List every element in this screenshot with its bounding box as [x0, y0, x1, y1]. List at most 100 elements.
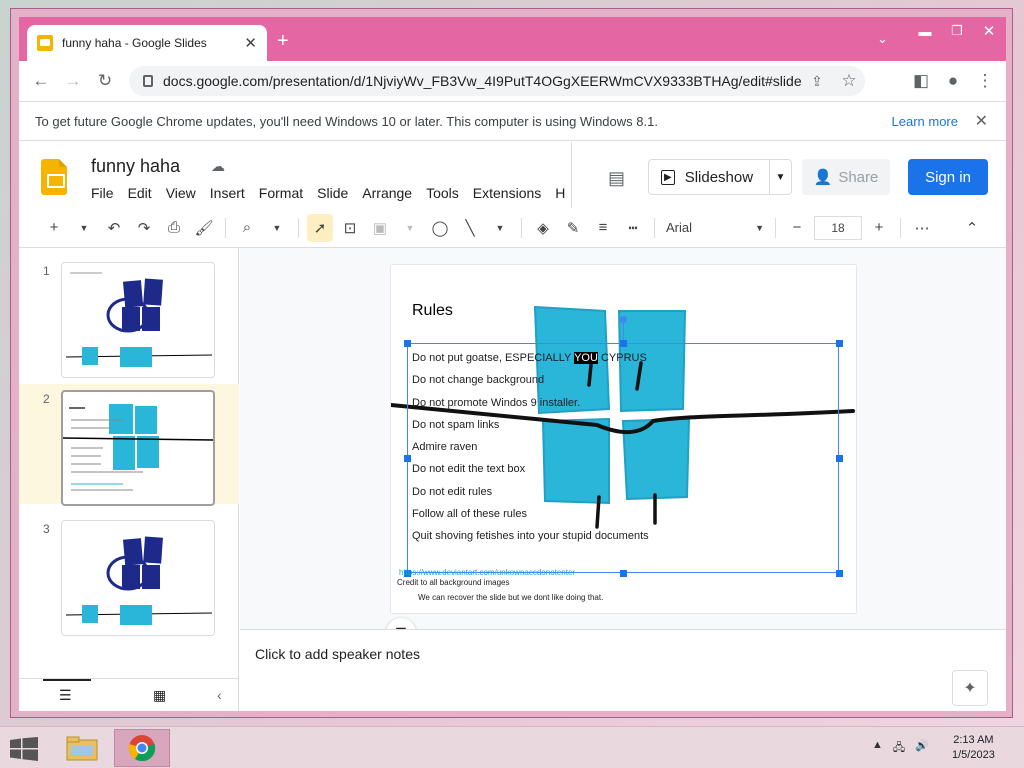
- filmstrip: 1 2 3 ☰ ▦ ‹: [19, 248, 239, 711]
- chrome-taskbar-button[interactable]: [114, 729, 170, 767]
- current-slide[interactable]: Rules ☰ Do not put goatse, ESPECIALLY YO…: [386, 265, 856, 648]
- menu-view[interactable]: View: [166, 185, 196, 201]
- menu-arrange[interactable]: Arrange: [362, 185, 412, 201]
- comments-icon[interactable]: ▤: [608, 168, 625, 189]
- address-bar[interactable]: docs.google.com/presentation/d/1NjviyWv_…: [129, 66, 865, 96]
- deviantart-link[interactable]: https://www.deviantart.com/unkownaccdono…: [399, 568, 575, 577]
- cloud-status-icon[interactable]: ☁: [211, 158, 225, 175]
- zoom-dropdown-icon[interactable]: ▼: [264, 214, 290, 242]
- shape-icon[interactable]: ◯: [427, 214, 453, 242]
- menu-edit[interactable]: Edit: [128, 185, 152, 201]
- font-size-input[interactable]: 18: [814, 215, 862, 240]
- image-dropdown-icon[interactable]: ▼: [397, 214, 423, 242]
- slide-thumbnail[interactable]: [61, 520, 215, 636]
- line-icon[interactable]: ╲: [457, 214, 483, 242]
- slides-favicon-icon: [37, 35, 53, 51]
- tab-search-icon[interactable]: ⌄: [877, 31, 888, 47]
- select-cursor-icon[interactable]: ➚: [307, 213, 333, 242]
- slide-title[interactable]: Rules: [412, 302, 453, 320]
- chrome-menu-icon[interactable]: ⋮: [969, 65, 1001, 97]
- slide-thumbnail[interactable]: [61, 262, 215, 378]
- resize-handle[interactable]: [836, 455, 843, 462]
- undo-icon[interactable]: ↶: [101, 214, 127, 242]
- zoom-icon[interactable]: ⌕: [234, 214, 260, 242]
- menu-insert[interactable]: Insert: [210, 185, 245, 201]
- print-icon[interactable]: ⎙: [161, 214, 187, 242]
- grid-view-icon[interactable]: ▦: [153, 687, 166, 704]
- windows-taskbar: ▲ 🖧 🔊 2:13 AM 1/5/2023: [0, 726, 1024, 768]
- decrease-font-size-button[interactable]: −: [784, 214, 810, 242]
- resize-handle[interactable]: [836, 570, 843, 577]
- menu-file[interactable]: File: [91, 185, 114, 201]
- reload-icon[interactable]: ↻: [89, 65, 121, 97]
- more-options-icon[interactable]: ⋯: [909, 214, 935, 242]
- share-button[interactable]: 👤 Share: [802, 159, 890, 195]
- toolbar-divider: [225, 217, 226, 238]
- resize-handle[interactable]: [620, 570, 627, 577]
- collapse-filmstrip-icon[interactable]: ‹: [217, 687, 222, 703]
- slideshow-button[interactable]: ▶ Slideshow ▼: [648, 159, 792, 195]
- forward-icon[interactable]: →: [57, 65, 89, 97]
- font-family-select[interactable]: Arial ▼: [663, 214, 767, 242]
- show-hidden-icons-icon[interactable]: ▲: [872, 739, 883, 758]
- maximize-button[interactable]: ❐: [941, 17, 973, 45]
- rules-list: Do not put goatse, ESPECIALLY YOU CYPRUS…: [412, 347, 649, 548]
- slide-thumbnail-selected[interactable]: [61, 390, 215, 506]
- menu-tools[interactable]: Tools: [426, 185, 459, 201]
- taskbar-clock[interactable]: 2:13 AM 1/5/2023: [952, 733, 995, 763]
- text-box-icon[interactable]: ⊡: [337, 214, 363, 242]
- network-icon[interactable]: 🖧: [893, 739, 905, 758]
- highlighted-word: YOU: [574, 352, 598, 364]
- document-title[interactable]: funny haha: [91, 156, 180, 177]
- bookmark-star-icon[interactable]: ☆: [833, 65, 865, 97]
- credit-text: Credit to all background images: [397, 578, 510, 587]
- slides-logo-icon[interactable]: [41, 159, 67, 195]
- new-slide-dropdown-icon[interactable]: ▼: [71, 214, 97, 242]
- profile-avatar-icon[interactable]: ●: [937, 65, 969, 97]
- increase-font-size-button[interactable]: +: [866, 214, 892, 242]
- slideshow-dropdown-icon[interactable]: ▼: [769, 160, 791, 194]
- menu-extensions[interactable]: Extensions: [473, 185, 541, 201]
- play-icon: ▶: [661, 169, 675, 185]
- line-dropdown-icon[interactable]: ▼: [487, 214, 513, 242]
- resize-handle[interactable]: [404, 455, 411, 462]
- border-color-icon[interactable]: ✎: [560, 214, 586, 242]
- share-page-icon[interactable]: ⇪: [801, 65, 833, 97]
- browser-tab[interactable]: funny haha - Google Slides ✕: [27, 25, 267, 61]
- new-slide-icon[interactable]: +: [41, 214, 67, 242]
- image-icon[interactable]: ▣: [367, 214, 393, 242]
- clock-date: 1/5/2023: [952, 749, 995, 761]
- active-view-indicator: [43, 679, 91, 681]
- minimize-button[interactable]: ▬: [909, 17, 941, 45]
- close-tab-icon[interactable]: ✕: [244, 34, 257, 52]
- menu-format[interactable]: Format: [259, 185, 303, 201]
- rule-item: Do not promote Windos 9 installer.: [412, 396, 581, 409]
- border-dash-icon[interactable]: ┅: [620, 214, 646, 242]
- menu-help[interactable]: H: [555, 185, 565, 201]
- learn-more-link[interactable]: Learn more: [892, 114, 958, 129]
- explore-sparkle-icon[interactable]: ✦: [952, 670, 988, 706]
- collapse-toolbar-icon[interactable]: ⌃: [959, 214, 985, 242]
- close-infobar-icon[interactable]: ✕: [975, 111, 988, 131]
- file-explorer-button[interactable]: [54, 729, 110, 767]
- paint-format-icon[interactable]: 🖌: [191, 214, 217, 242]
- filmstrip-view-icon[interactable]: ☰: [59, 687, 72, 704]
- resize-handle[interactable]: [620, 340, 627, 347]
- fill-color-icon[interactable]: ◈: [530, 214, 556, 242]
- new-tab-button[interactable]: +: [277, 31, 289, 51]
- menu-slide[interactable]: Slide: [317, 185, 348, 201]
- resize-handle[interactable]: [404, 340, 411, 347]
- windows-start-icon[interactable]: [10, 737, 38, 761]
- toolbar-divider: [521, 217, 522, 238]
- toolbar-divider: [654, 217, 655, 238]
- border-weight-icon[interactable]: ≡: [590, 214, 616, 242]
- font-dropdown-icon: ▼: [755, 222, 764, 233]
- back-icon[interactable]: ←: [25, 65, 57, 97]
- close-window-button[interactable]: ✕: [973, 17, 1005, 45]
- side-panel-icon[interactable]: ◧: [905, 65, 937, 97]
- sign-in-button[interactable]: Sign in: [908, 159, 988, 195]
- resize-handle[interactable]: [836, 340, 843, 347]
- volume-icon[interactable]: 🔊: [915, 739, 929, 758]
- speaker-notes[interactable]: Click to add speaker notes ✦: [240, 629, 1006, 711]
- redo-icon[interactable]: ↷: [131, 214, 157, 242]
